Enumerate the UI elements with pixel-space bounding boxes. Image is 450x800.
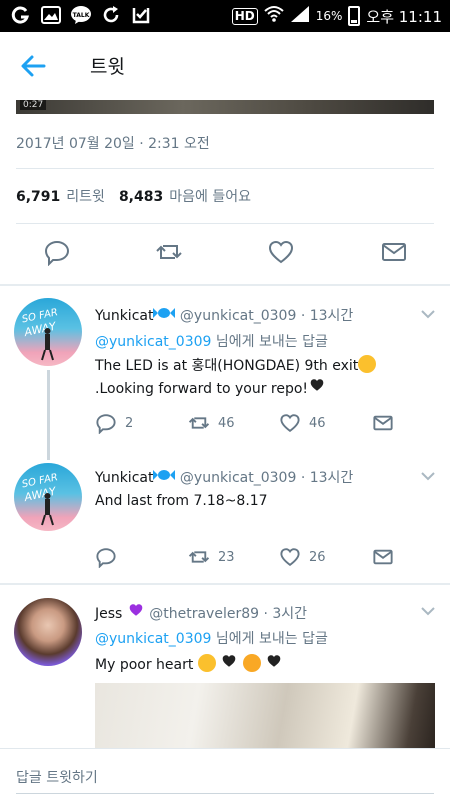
replying-mention-link[interactable]: @yunkicat_0309 xyxy=(95,334,211,350)
section-divider xyxy=(0,583,450,585)
heart-icon xyxy=(280,548,300,567)
tweet-text: My poor heart xyxy=(95,653,415,676)
tweet-text-part: .Looking forward to your repo! xyxy=(95,381,309,397)
share-action[interactable] xyxy=(372,412,394,434)
g-app-icon xyxy=(10,4,32,26)
chevron-down-icon[interactable] xyxy=(420,306,436,322)
talk-icon: TALK xyxy=(70,4,92,26)
chevron-down-icon[interactable] xyxy=(420,603,436,619)
candy-emoji-icon xyxy=(153,308,176,324)
retweet-label[interactable]: 리트윗 xyxy=(66,186,105,206)
hd-voice-indicator: HD xyxy=(231,7,258,25)
author-handle[interactable]: @yunkicat_0309 xyxy=(180,308,296,324)
author-handle[interactable]: @thetraveler89 xyxy=(149,606,259,622)
chevron-down-icon[interactable] xyxy=(420,468,436,484)
like-count: 26 xyxy=(309,549,326,565)
reply-action-bar: 23 26 xyxy=(95,546,395,570)
reply-action[interactable]: 2 xyxy=(95,412,133,434)
back-arrow-icon[interactable] xyxy=(18,51,48,81)
author-name[interactable]: Jess xyxy=(95,606,122,622)
like-label[interactable]: 마음에 들어요 xyxy=(169,186,251,206)
heart-eyes-emoji-icon xyxy=(242,654,261,672)
tweet-timestamp: 2017년 07월 20일 · 2:31 오전 xyxy=(16,136,210,152)
battery-percent: 16% xyxy=(315,9,343,23)
tweet-age: · 13시간 xyxy=(300,470,354,486)
reply-input-underline xyxy=(16,793,434,794)
retweet-action[interactable]: 46 xyxy=(188,412,235,434)
heart-icon xyxy=(280,414,300,433)
sync-icon xyxy=(100,4,122,26)
replying-suffix: 님에게 보내는 답글 xyxy=(211,334,328,350)
share-mail-icon[interactable] xyxy=(380,238,408,266)
retweet-icon xyxy=(188,551,210,563)
black-heart-emoji-icon xyxy=(265,655,283,673)
like-count[interactable]: 8,483 xyxy=(119,189,163,205)
weary-face-emoji-icon xyxy=(197,654,216,672)
purple-heart-emoji-icon xyxy=(127,604,145,622)
thread-connector xyxy=(47,370,50,460)
share-mail-icon xyxy=(373,415,393,431)
reply-input-placeholder[interactable]: 답글 트윗하기 xyxy=(16,767,98,787)
retweet-action[interactable]: 23 xyxy=(188,546,235,568)
tweet-age: · 13시간 xyxy=(300,308,354,324)
share-action[interactable] xyxy=(372,546,394,568)
svg-text:TALK: TALK xyxy=(73,12,90,19)
share-mail-icon xyxy=(373,549,393,565)
like-action[interactable]: 46 xyxy=(279,412,326,434)
candy-emoji-icon xyxy=(153,470,176,486)
tweet-text-part: My poor heart xyxy=(95,657,194,673)
avatar[interactable]: SO FAR AWAY xyxy=(14,298,82,366)
reply-action-bar: 2 46 46 xyxy=(95,412,395,436)
like-action[interactable]: 26 xyxy=(279,546,326,568)
reply-composer[interactable]: 답글 트윗하기 xyxy=(0,748,450,800)
replying-to: @yunkicat_0309 님에게 보내는 답글 xyxy=(95,628,328,648)
tweet-photo[interactable] xyxy=(95,683,435,749)
retweet-count: 46 xyxy=(218,415,235,431)
retweet-count[interactable]: 6,791 xyxy=(16,189,60,205)
tweet-text: The LED is at 홍대(HONGDAE) 9th exit .Looki… xyxy=(95,355,415,400)
tweet-age: · 3시간 xyxy=(263,606,308,622)
section-divider xyxy=(0,284,450,286)
status-bar: TALK HD 16% 오후 11:11 xyxy=(0,0,450,32)
replying-suffix: 님에게 보내는 답글 xyxy=(211,631,328,647)
reply-icon[interactable] xyxy=(43,238,71,267)
heart-icon[interactable] xyxy=(267,238,295,266)
gallery-icon xyxy=(40,4,62,26)
tweet-video-thumbnail[interactable]: 0:27 xyxy=(16,100,434,114)
app-bar: 트윗 xyxy=(0,32,450,100)
video-duration: 0:27 xyxy=(20,100,47,110)
avatar[interactable]: SO FAR AWAY xyxy=(14,463,82,531)
divider xyxy=(16,223,434,224)
tweet-text-part: The LED is at 홍대(HONGDAE) 9th exit xyxy=(95,358,359,374)
black-heart-emoji-icon xyxy=(220,655,238,673)
reply-count: 2 xyxy=(125,415,134,431)
clock: 오후 11:11 xyxy=(366,7,442,26)
battery-icon xyxy=(348,6,361,26)
page-title: 트윗 xyxy=(90,56,125,78)
download-check-icon xyxy=(130,4,152,26)
tweet-stats: 6,791 리트윗 8,483 마음에 들어요 xyxy=(16,186,265,206)
replying-to: @yunkicat_0309 님에게 보내는 답글 xyxy=(95,331,328,351)
signal-icon xyxy=(290,5,310,27)
author-name[interactable]: Yunkicat xyxy=(95,308,153,324)
tweet-text: And last from 7.18~8.17 xyxy=(95,493,268,509)
kissing-face-emoji-icon xyxy=(358,355,377,373)
retweet-icon xyxy=(188,417,210,429)
wifi-icon xyxy=(264,5,284,27)
author-name[interactable]: Yunkicat xyxy=(95,470,153,486)
replying-mention-link[interactable]: @yunkicat_0309 xyxy=(95,631,211,647)
black-heart-emoji-icon xyxy=(308,379,326,397)
retweet-icon[interactable] xyxy=(155,238,183,266)
tweet-action-bar xyxy=(0,238,450,272)
divider xyxy=(16,168,434,169)
reply-icon xyxy=(96,414,116,434)
reply-icon xyxy=(96,548,116,568)
reply-action[interactable] xyxy=(95,546,125,568)
author-handle[interactable]: @yunkicat_0309 xyxy=(180,470,296,486)
like-count: 46 xyxy=(309,415,326,431)
retweet-count: 23 xyxy=(218,549,235,565)
avatar[interactable] xyxy=(14,598,82,666)
